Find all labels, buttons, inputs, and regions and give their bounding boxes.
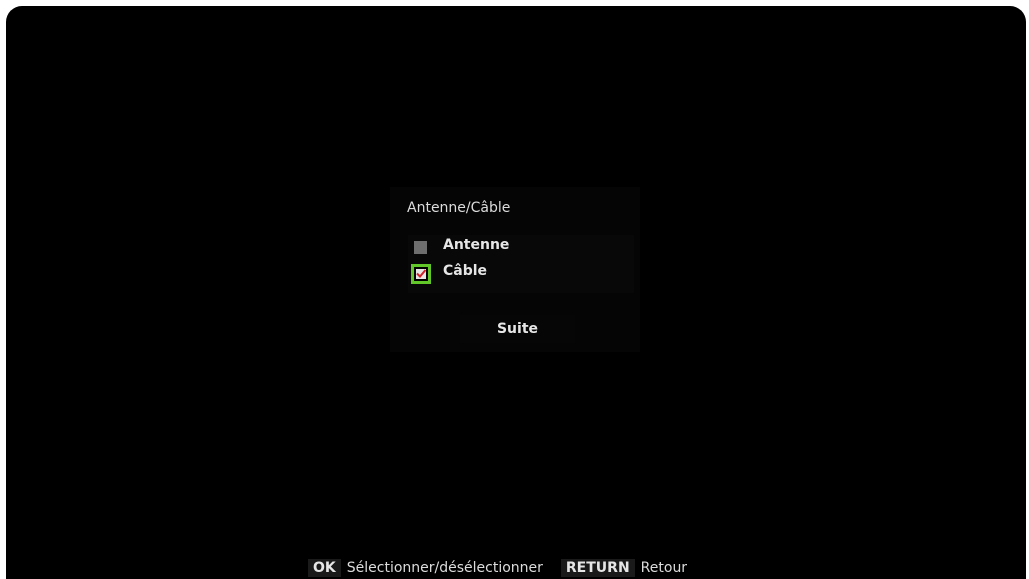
option-label: Câble xyxy=(443,263,488,279)
dialog-title: Antenne/Câble xyxy=(407,200,511,216)
signal-source-dialog: Antenne/Câble Antenne Câble Suite xyxy=(390,187,640,352)
remote-hint-bar: OK Sélectionner/désélectionner RETURN Re… xyxy=(308,557,687,579)
empty-checkbox-icon[interactable] xyxy=(414,241,427,254)
checked-checkbox[interactable] xyxy=(411,264,431,284)
ok-hint-text: Sélectionner/désélectionner xyxy=(346,560,543,576)
next-button[interactable]: Suite xyxy=(460,315,575,343)
return-hint-text: Retour xyxy=(640,560,688,576)
ok-key-badge: OK xyxy=(308,559,341,577)
checkmark-icon xyxy=(416,269,427,278)
return-key-badge: RETURN xyxy=(560,559,635,577)
option-label: Antenne xyxy=(443,237,510,253)
source-options-list: Antenne Câble xyxy=(408,235,634,293)
option-cable[interactable]: Câble xyxy=(411,263,627,287)
option-antenne[interactable]: Antenne xyxy=(412,237,627,261)
tv-screen: Antenne/Câble Antenne Câble Suite OK Sél… xyxy=(6,6,1026,579)
